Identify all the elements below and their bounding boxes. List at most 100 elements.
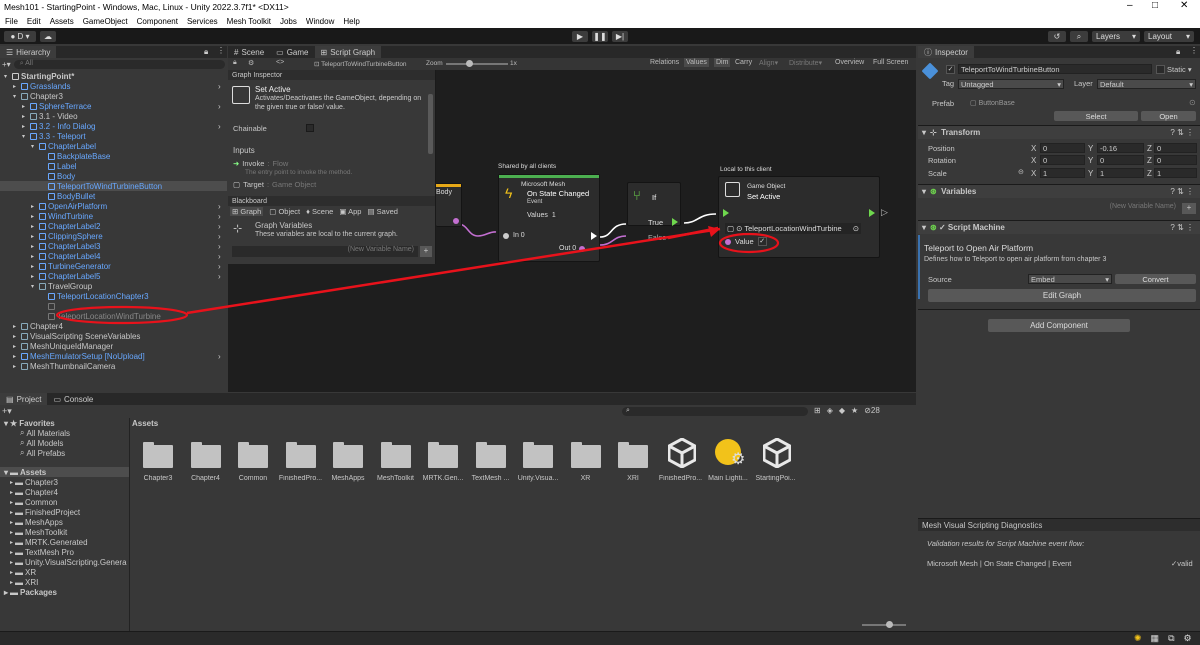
collapse-arrow-icon[interactable]: ▸: [31, 263, 37, 270]
add-icon[interactable]: +▾: [2, 60, 11, 69]
position-z[interactable]: 0: [1154, 143, 1197, 153]
script-machine-header[interactable]: ▾ ⊛ ✓ Script Machine? ⇅ ⋮: [918, 220, 1200, 234]
collapse-arrow-icon[interactable]: ▸: [31, 233, 37, 240]
asset-item[interactable]: ⚙ Main Lighti...: [702, 438, 754, 488]
collapse-arrow-icon[interactable]: ▸: [10, 549, 13, 556]
assets-root-row[interactable]: ▾ ▬ Assets: [0, 467, 129, 477]
asset-item[interactable]: Common: [227, 438, 279, 488]
label-icon[interactable]: ◆: [839, 406, 845, 415]
more-icon[interactable]: ⋮: [1190, 46, 1198, 55]
rotation-x[interactable]: 0: [1040, 155, 1085, 165]
position-y[interactable]: -0.16: [1097, 143, 1144, 153]
asset-item[interactable]: FinishedPro...: [275, 438, 327, 488]
hierarchy-row[interactable]: ▸ Chapter4: [0, 321, 227, 331]
object-picker-icon[interactable]: ⊙: [853, 224, 861, 233]
menu-services[interactable]: Services: [187, 17, 218, 26]
chevron-right-icon[interactable]: ›: [218, 242, 221, 251]
collapse-arrow-icon[interactable]: ▸: [31, 213, 37, 220]
select-button[interactable]: Select: [1054, 111, 1138, 121]
lock-icon[interactable]: 🔒︎: [1176, 47, 1180, 57]
hierarchy-row[interactable]: ▸ 3.1 - Video: [0, 111, 227, 121]
collapse-arrow-icon[interactable]: ▸: [31, 203, 37, 210]
expand-arrow-icon[interactable]: ▾: [4, 73, 10, 80]
static-dropdown[interactable]: Static ▾: [1167, 65, 1192, 74]
source-dropdown[interactable]: Embed ▾: [1028, 274, 1112, 284]
collapse-arrow-icon[interactable]: ▸: [10, 499, 13, 506]
hierarchy-row[interactable]: TeleportLocationWindTurbine: [0, 311, 227, 321]
asset-item[interactable]: TextMesh ...: [465, 438, 517, 488]
collapse-arrow-icon[interactable]: ▸: [31, 273, 37, 280]
hierarchy-row[interactable]: ▾ 3.3 - Teleport: [0, 131, 227, 141]
chevron-right-icon[interactable]: ›: [218, 272, 221, 281]
debug-icon[interactable]: ⚙: [1184, 633, 1192, 644]
target-field[interactable]: ▢ ⊙ TeleportLocationWindTurbine ⊙: [725, 223, 861, 234]
collapse-arrow-icon[interactable]: ▸: [13, 333, 19, 340]
menu-file[interactable]: File: [5, 17, 18, 26]
collapse-arrow-icon[interactable]: ▸: [10, 569, 13, 576]
minimize-button[interactable]: –: [1127, 0, 1133, 11]
collapse-arrow-icon[interactable]: ▸: [10, 579, 13, 586]
new-variable-input[interactable]: (New Variable Name): [1018, 203, 1180, 214]
cloud-icon[interactable]: ☁: [40, 31, 56, 42]
hierarchy-row[interactable]: TeleportToWindTurbineButton: [0, 181, 227, 191]
hierarchy-row[interactable]: ▸ ChapterLabel2 ›: [0, 221, 227, 231]
open-button[interactable]: Open: [1141, 111, 1196, 121]
more-icon[interactable]: ⋮: [217, 46, 225, 55]
expand-arrow-icon[interactable]: ▾: [31, 283, 37, 290]
asset-folder-row[interactable]: ▸ ▬ Chapter3: [10, 477, 58, 487]
assets-breadcrumb[interactable]: Assets: [132, 419, 158, 428]
transform-header[interactable]: ▾ ⊹ Transform? ⇅ ⋮: [918, 125, 1200, 139]
step-icon[interactable]: ▶|: [612, 31, 628, 42]
collapse-arrow-icon[interactable]: ▸: [13, 323, 19, 330]
set-active-node[interactable]: Game Object Set Active ▢ ⊙ TeleportLocatio…: [718, 176, 880, 258]
chevron-right-icon[interactable]: ›: [218, 222, 221, 231]
asset-folder-row[interactable]: ▸ ▬ Common: [10, 497, 57, 507]
menu-component[interactable]: Component: [137, 17, 178, 26]
collapse-arrow-icon[interactable]: ▸: [13, 343, 19, 350]
convert-button[interactable]: Convert: [1115, 274, 1196, 284]
tag-dropdown[interactable]: Untagged ▾: [958, 79, 1064, 89]
asset-folder-row[interactable]: ▸ ▬ MeshApps: [10, 517, 63, 527]
collapse-arrow-icon[interactable]: ▸: [31, 243, 37, 250]
scale-y[interactable]: 1: [1097, 168, 1144, 178]
value-checkbox[interactable]: ✓: [757, 237, 767, 246]
hierarchy-row[interactable]: ▾ TravelGroup: [0, 281, 227, 291]
menu-help[interactable]: Help: [343, 17, 359, 26]
expand-arrow-icon[interactable]: ▾: [31, 143, 37, 150]
project-search-input[interactable]: ⌕: [622, 407, 808, 416]
menu-mesh-toolkit[interactable]: Mesh Toolkit: [227, 17, 271, 26]
collapse-arrow-icon[interactable]: ▸: [31, 223, 37, 230]
account-button[interactable]: ● D ▾: [4, 31, 36, 42]
hierarchy-row[interactable]: BackplateBase: [0, 151, 227, 161]
hierarchy-row[interactable]: BodyBullet: [0, 191, 227, 201]
type-icon[interactable]: ◈: [827, 406, 833, 415]
search-icon[interactable]: ⌕: [1070, 31, 1088, 42]
asset-item[interactable]: MRTK.Gen...: [417, 438, 469, 488]
hierarchy-row[interactable]: ▸ MeshEmulatorSetup [NoUpload] ›: [0, 351, 227, 361]
menu-jobs[interactable]: Jobs: [280, 17, 297, 26]
expand-arrow-icon[interactable]: ▾: [22, 133, 28, 140]
position-x[interactable]: 0: [1040, 143, 1085, 153]
static-checkbox[interactable]: [1156, 65, 1165, 74]
lighting-icon[interactable]: ✺: [1134, 633, 1142, 644]
add-variable-button[interactable]: +: [1182, 203, 1196, 214]
component-menu-icons[interactable]: ? ⇅ ⋮: [1170, 128, 1200, 137]
prefab-field[interactable]: ▢ ButtonBase: [970, 99, 1015, 107]
component-menu-icons[interactable]: ? ⇅ ⋮: [1170, 187, 1200, 196]
add-component-button[interactable]: Add Component: [988, 319, 1130, 332]
icon-size-slider[interactable]: [862, 624, 906, 626]
component-menu-icons[interactable]: ? ⇅ ⋮: [1170, 223, 1200, 232]
collapse-arrow-icon[interactable]: ▸: [22, 123, 28, 130]
hidden-icon[interactable]: ⊘28: [864, 406, 880, 415]
asset-folder-row[interactable]: ▸ ▬ Unity.VisualScripting.Genera: [10, 557, 127, 567]
menu-assets[interactable]: Assets: [50, 17, 74, 26]
asset-folder-row[interactable]: ▸ ▬ XR: [10, 567, 36, 577]
active-checkbox[interactable]: ✓: [946, 65, 955, 74]
asset-item[interactable]: Chapter3: [132, 438, 184, 488]
hierarchy-row[interactable]: ▸ OpenAirPlatform ›: [0, 201, 227, 211]
chevron-right-icon[interactable]: ›: [218, 82, 221, 91]
hierarchy-search-input[interactable]: ⌕ All: [13, 60, 225, 69]
chevron-right-icon[interactable]: ›: [218, 122, 221, 131]
asset-folder-row[interactable]: ▸ ▬ XRI: [10, 577, 38, 587]
chevron-right-icon[interactable]: ›: [218, 202, 221, 211]
